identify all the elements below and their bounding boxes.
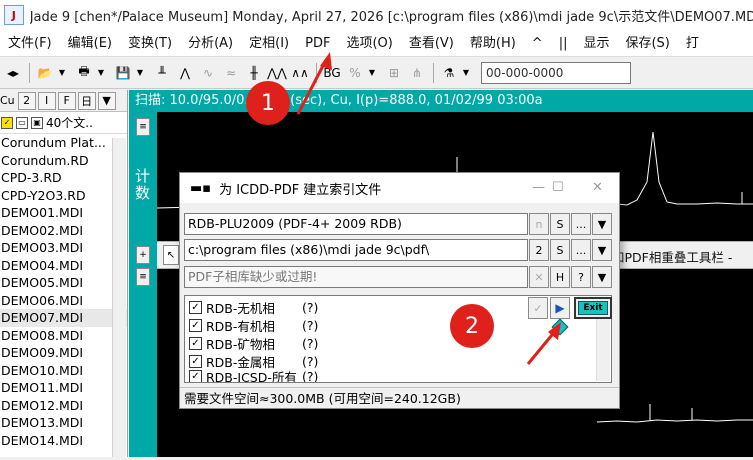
- annotation-badge-2: 2: [450, 304, 494, 348]
- annotation-layer: [296, 52, 561, 365]
- annotation-badge-1: 1: [246, 81, 290, 125]
- annotation-arrow-1: [296, 59, 328, 115]
- annotation-arrow-2: [526, 329, 558, 365]
